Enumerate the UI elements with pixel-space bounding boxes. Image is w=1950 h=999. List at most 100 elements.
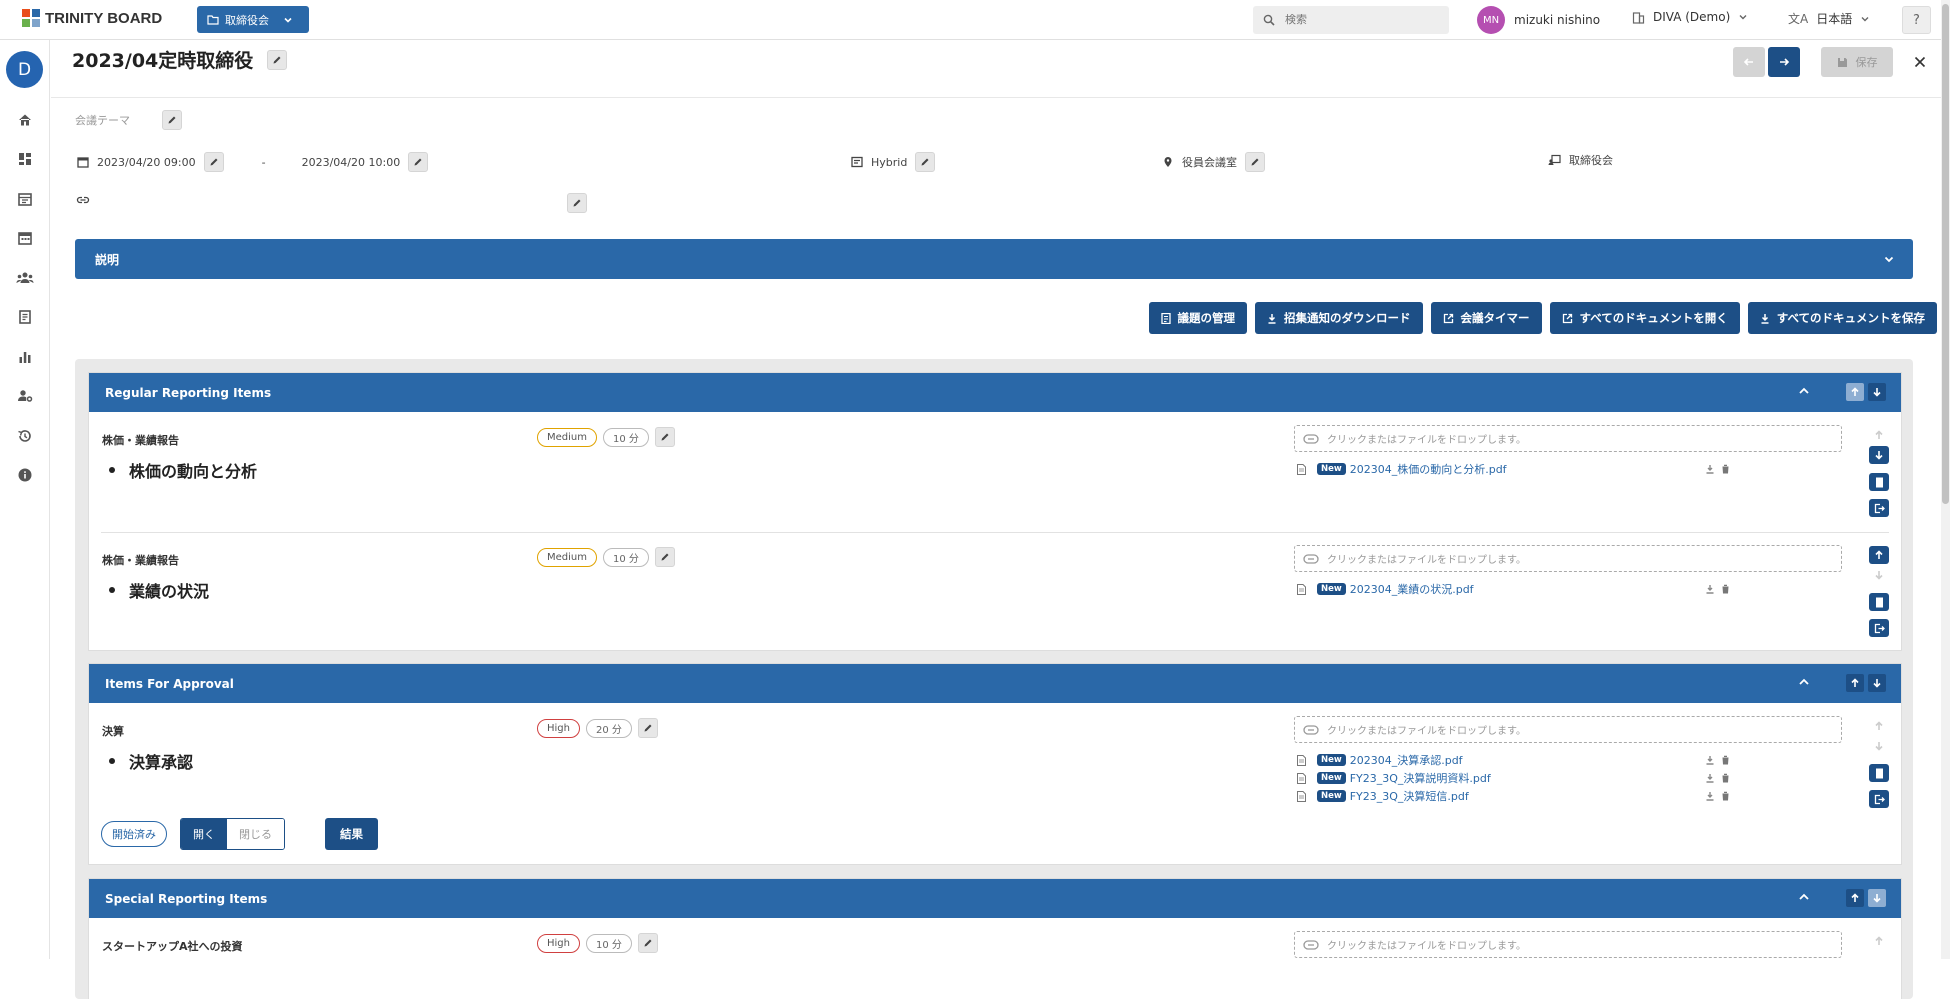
sidebar-item-documents[interactable] xyxy=(0,298,50,338)
section-header[interactable]: Items For Approval xyxy=(89,664,1901,703)
pencil-icon xyxy=(644,939,652,947)
move-item-down-button[interactable] xyxy=(1869,566,1889,584)
trash-icon[interactable] xyxy=(1721,755,1730,765)
save-all-documents-button[interactable]: すべてのドキュメントを保存 xyxy=(1747,302,1937,334)
move-item-down-button[interactable] xyxy=(1869,737,1889,755)
workspace-avatar[interactable]: D xyxy=(6,51,43,88)
edit-item-button[interactable] xyxy=(654,427,675,447)
file-name[interactable]: 202304_株価の動向と分析.pdf xyxy=(1350,461,1705,477)
help-button[interactable]: ? xyxy=(1902,6,1931,34)
move-section-down-button[interactable] xyxy=(1868,889,1886,907)
page-scrollbar[interactable] xyxy=(1941,0,1950,959)
language-menu[interactable]: 文A 日本語 xyxy=(1788,10,1870,27)
sidebar-item-info[interactable] xyxy=(0,456,50,496)
close-button[interactable] xyxy=(1909,51,1931,73)
search-box[interactable] xyxy=(1253,6,1449,34)
edit-item-button[interactable] xyxy=(654,547,675,567)
move-section-up-button[interactable] xyxy=(1846,383,1864,401)
file-drop-zone[interactable]: クリックまたはファイルをドロップします。 xyxy=(1294,931,1842,958)
item-notes-button[interactable] xyxy=(1869,473,1889,491)
file-row[interactable]: New 202304_株価の動向と分析.pdf xyxy=(1297,460,1787,478)
download-icon[interactable] xyxy=(1705,773,1715,783)
meeting-timer-button[interactable]: 会議タイマー xyxy=(1430,302,1542,334)
trash-icon[interactable] xyxy=(1721,464,1730,474)
move-section-up-button[interactable] xyxy=(1846,889,1864,907)
file-name[interactable]: FY23_3Q_決算短信.pdf xyxy=(1350,788,1705,804)
sidebar-item-history[interactable] xyxy=(0,416,50,456)
edit-end-button[interactable] xyxy=(408,152,429,172)
organization-menu[interactable]: DIVA (Demo) xyxy=(1632,10,1748,24)
open-item-button[interactable] xyxy=(1869,790,1889,808)
manage-agenda-button[interactable]: 議題の管理 xyxy=(1148,302,1248,334)
next-button[interactable] xyxy=(1768,47,1800,77)
section-header[interactable]: Regular Reporting Items xyxy=(89,373,1901,412)
edit-item-button[interactable] xyxy=(637,718,658,738)
open-item-button[interactable] xyxy=(1869,619,1889,637)
arrow-up-icon xyxy=(1851,893,1859,902)
file-row[interactable]: New 202304_決算承認.pdf xyxy=(1297,751,1787,769)
file-name[interactable]: FY23_3Q_決算説明資料.pdf xyxy=(1350,770,1705,786)
previous-button[interactable] xyxy=(1733,47,1765,77)
sidebar-item-home[interactable] xyxy=(0,100,50,140)
file-name[interactable]: 202304_業績の状況.pdf xyxy=(1350,581,1705,597)
download-icon[interactable] xyxy=(1705,464,1715,474)
file-drop-zone[interactable]: クリックまたはファイルをドロップします。 xyxy=(1294,425,1842,452)
sidebar-item-calendar[interactable] xyxy=(0,219,50,259)
file-row[interactable]: New 202304_業績の状況.pdf xyxy=(1297,580,1787,598)
edit-item-button[interactable] xyxy=(637,933,658,953)
trash-icon[interactable] xyxy=(1721,584,1730,594)
move-item-up-button[interactable] xyxy=(1869,717,1889,735)
chevron-up-icon[interactable] xyxy=(1797,675,1811,689)
move-item-up-button[interactable] xyxy=(1869,932,1889,950)
file-row[interactable]: New FY23_3Q_決算説明資料.pdf xyxy=(1297,769,1787,787)
download-notice-button[interactable]: 招集通知のダウンロード xyxy=(1255,302,1423,334)
move-section-up-button[interactable] xyxy=(1846,674,1864,692)
sidebar-item-reports[interactable] xyxy=(0,337,50,377)
sidebar-item-schedule[interactable] xyxy=(0,179,50,219)
chevron-up-icon[interactable] xyxy=(1797,384,1811,398)
section-header[interactable]: Special Reporting Items xyxy=(89,879,1901,918)
open-button[interactable]: 開く xyxy=(181,819,227,849)
close-button[interactable]: 閉じる xyxy=(227,819,284,849)
item-notes-button[interactable] xyxy=(1869,764,1889,782)
edit-format-button[interactable] xyxy=(915,152,936,172)
file-row[interactable]: New FY23_3Q_決算短信.pdf xyxy=(1297,787,1787,805)
meeting-actions: 議題の管理 招集通知のダウンロード 会議タイマー すべてのドキュメントを開く す… xyxy=(1148,302,1937,334)
trash-icon[interactable] xyxy=(1721,773,1730,783)
sidebar-item-members[interactable] xyxy=(0,258,50,298)
sidebar-item-dashboard[interactable] xyxy=(0,140,50,180)
file-drop-zone[interactable]: クリックまたはファイルをドロップします。 xyxy=(1294,545,1842,572)
file-name[interactable]: 202304_決算承認.pdf xyxy=(1350,752,1705,768)
item-notes-button[interactable] xyxy=(1869,593,1889,611)
move-section-down-button[interactable] xyxy=(1868,674,1886,692)
save-button[interactable]: 保存 xyxy=(1821,47,1893,77)
open-all-documents-button[interactable]: すべてのドキュメントを開く xyxy=(1549,302,1740,334)
file-drop-zone[interactable]: クリックまたはファイルをドロップします。 xyxy=(1294,716,1842,743)
user-menu[interactable]: MN mizuki nishino xyxy=(1477,6,1600,34)
move-item-down-button[interactable] xyxy=(1869,446,1889,464)
move-section-down-button[interactable] xyxy=(1868,383,1886,401)
download-icon[interactable] xyxy=(1705,791,1715,801)
description-accordion[interactable]: 説明 xyxy=(75,239,1913,279)
sidebar-item-user-settings[interactable] xyxy=(0,377,50,417)
app-logo[interactable]: TRINITY BOARD xyxy=(22,9,162,27)
edit-location-button[interactable] xyxy=(1245,152,1265,172)
chevron-up-icon[interactable] xyxy=(1797,890,1811,904)
meeting-selector-button[interactable]: 取締役会 xyxy=(197,6,309,33)
move-item-up-button[interactable] xyxy=(1869,426,1889,444)
open-item-button[interactable] xyxy=(1869,499,1889,517)
meeting-selector-label: 取締役会 xyxy=(225,13,269,27)
meeting-link[interactable] xyxy=(76,193,90,210)
edit-title-button[interactable] xyxy=(267,49,288,70)
download-icon[interactable] xyxy=(1705,584,1715,594)
move-item-up-button[interactable] xyxy=(1869,546,1889,564)
edit-start-button[interactable] xyxy=(203,152,224,172)
edit-link-button[interactable] xyxy=(567,193,587,213)
result-button[interactable]: 結果 xyxy=(325,818,378,850)
download-icon[interactable] xyxy=(1705,755,1715,765)
trash-icon[interactable] xyxy=(1721,791,1730,801)
scrollbar-thumb[interactable] xyxy=(1942,4,1949,504)
file-actions xyxy=(1705,773,1730,783)
search-input[interactable] xyxy=(1285,14,1435,26)
edit-theme-button[interactable] xyxy=(162,110,182,130)
